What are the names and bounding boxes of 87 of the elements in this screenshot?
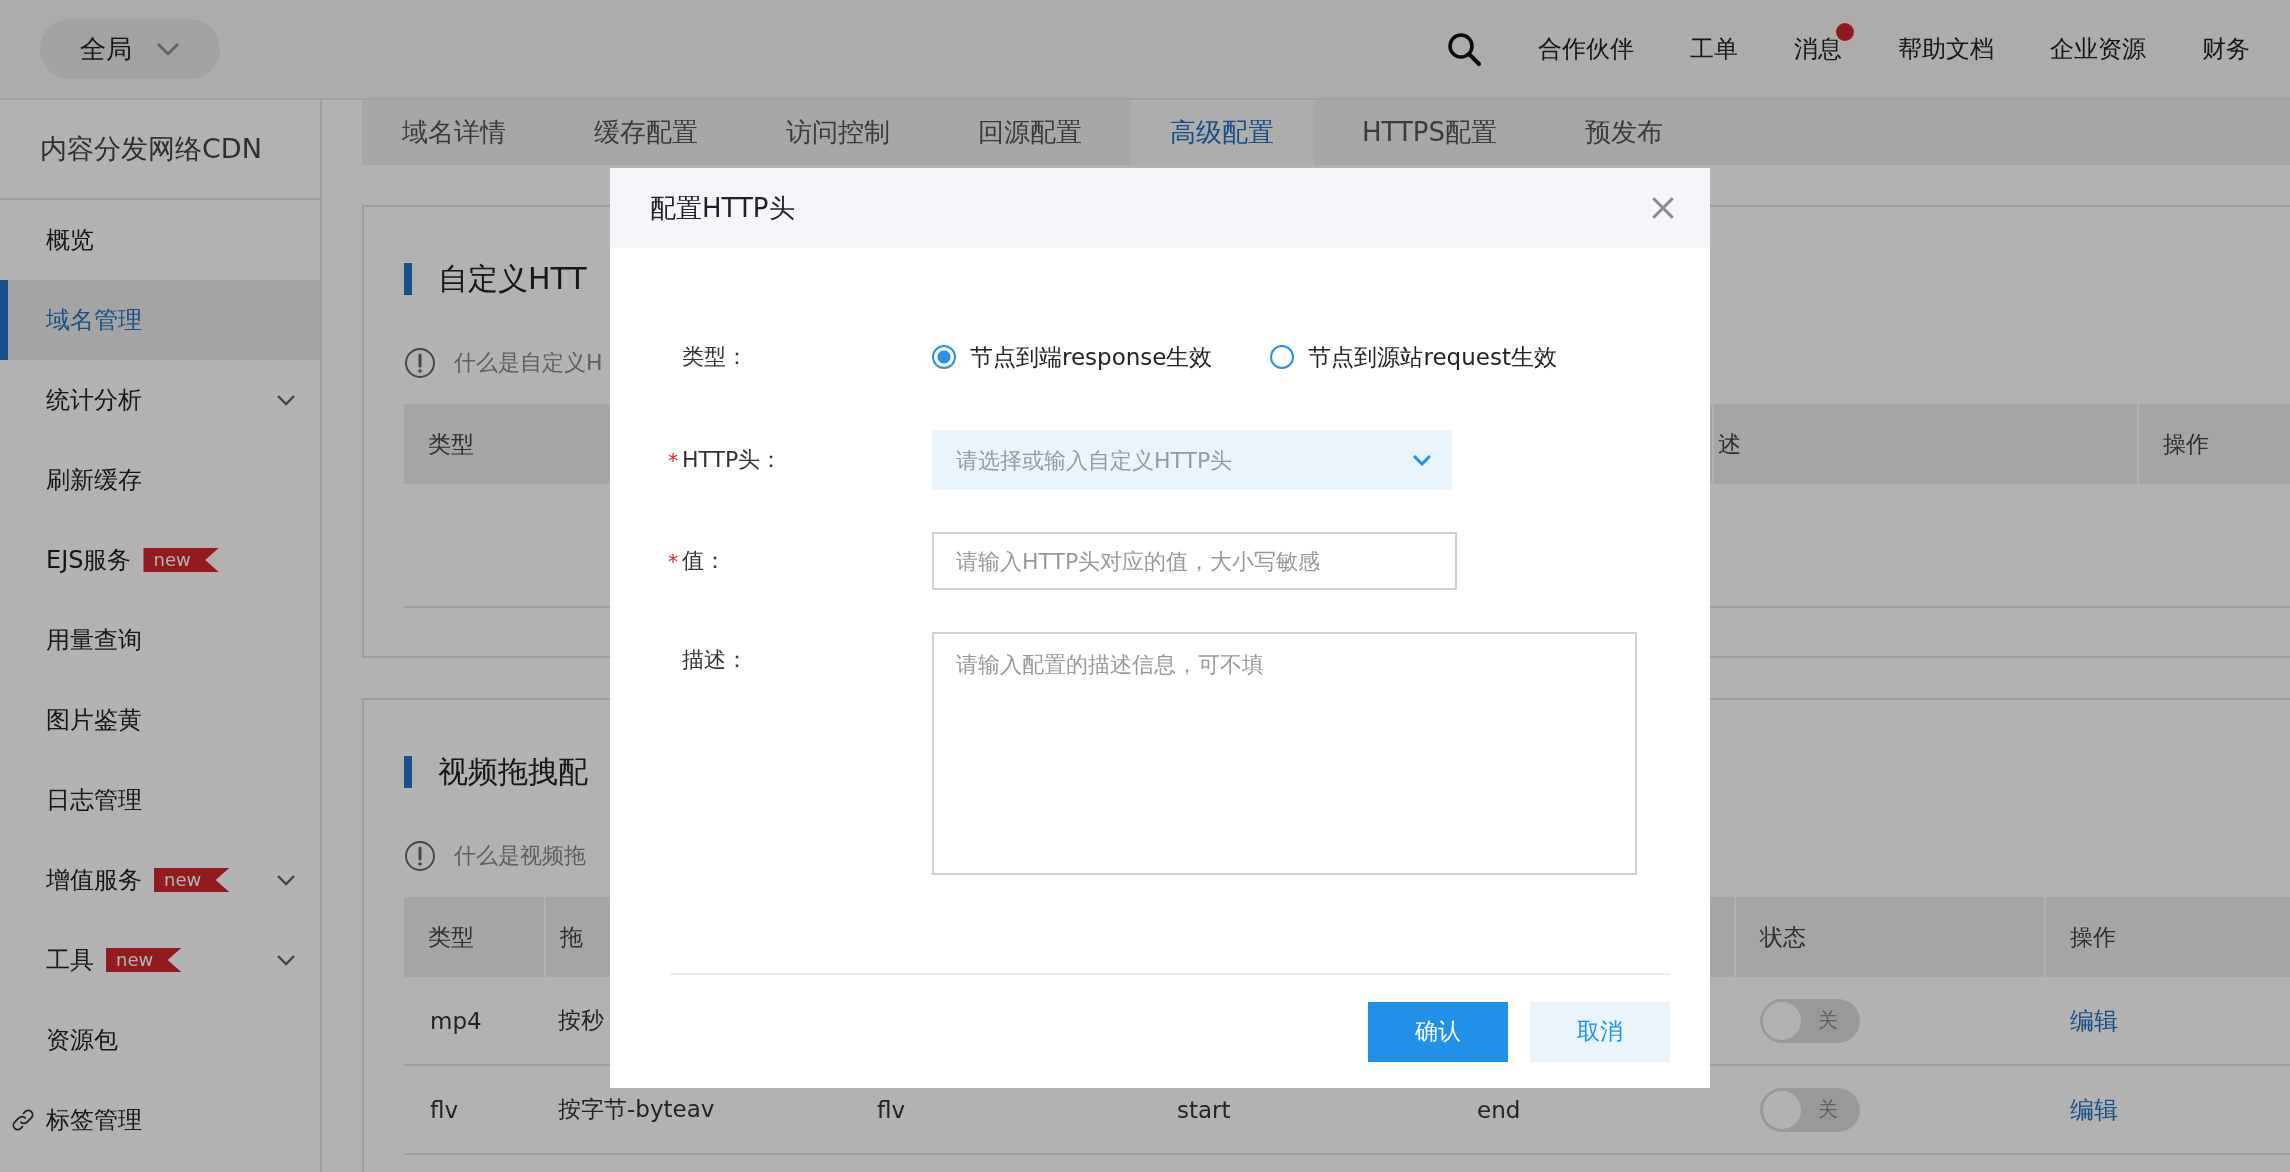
sidebar-item-label: 增值服务: [46, 865, 142, 896]
tab[interactable]: 域名详情: [362, 100, 546, 165]
sidebar-item-label: 工具: [46, 945, 94, 976]
nav-link[interactable]: 财务: [2202, 35, 2250, 63]
radio-button[interactable]: [932, 345, 956, 369]
table-cell-text: flv: [429, 1096, 460, 1123]
chevron-down-icon: [156, 42, 180, 56]
sidebar-item[interactable]: 标签管理: [0, 1080, 320, 1160]
description-textarea[interactable]: 请输入配置的描述信息，可不填: [932, 632, 1637, 875]
dialog-title: 配置HTTP头: [650, 191, 795, 225]
search-icon[interactable]: [1446, 31, 1482, 67]
new-tag: new: [143, 548, 219, 572]
nav-link[interactable]: 合作伙伴: [1538, 35, 1634, 63]
column-header: 操作: [2163, 429, 2209, 459]
sidebar-item-label: 统计分析: [46, 385, 142, 416]
field-label: 描述：: [682, 646, 748, 674]
close-icon[interactable]: [1650, 195, 1676, 221]
chevron-down-icon: [276, 394, 296, 406]
sidebar-item-label: 域名管理: [46, 305, 142, 336]
title-accent-bar: [404, 756, 412, 788]
tab[interactable]: 预发布: [1545, 100, 1704, 165]
sidebar-item-label: 标签管理: [46, 1105, 142, 1136]
sidebar-item-label: 用量查询: [46, 625, 142, 656]
info-icon: [404, 840, 436, 872]
sidebar-item[interactable]: 工具 new: [0, 920, 320, 1000]
radio-button[interactable]: [1270, 345, 1295, 369]
sidebar-item[interactable]: 统计分析: [0, 360, 320, 440]
tab[interactable]: 缓存配置: [554, 100, 738, 165]
column-header: 状态: [1760, 922, 1806, 952]
column-header: 类型: [428, 429, 474, 459]
header-select[interactable]: 请选择或输入自定义HTTP头: [932, 430, 1452, 490]
table-cell-text: mp4: [429, 1007, 483, 1034]
chevron-down-icon: [276, 954, 296, 966]
sidebar-item[interactable]: 资源包: [0, 1000, 320, 1080]
edit-link[interactable]: 编辑: [2070, 1093, 2118, 1126]
column-header: 拖: [560, 922, 583, 952]
sidebar-item-label: 刷新缓存: [46, 465, 142, 496]
field-label: 类型：: [682, 343, 748, 371]
sidebar-item[interactable]: 概览: [0, 200, 320, 280]
sidebar-item[interactable]: 日志管理: [0, 760, 320, 840]
value-input[interactable]: 请输入HTTP头对应的值，大小写敏感: [932, 532, 1457, 590]
section-title: 自定义HTT: [438, 259, 587, 298]
column-header: 类型: [428, 922, 474, 952]
new-tag: new: [154, 868, 230, 892]
nav-link[interactable]: 帮助文档: [1898, 35, 1994, 63]
info-icon: [404, 347, 436, 379]
chevron-down-icon: [1412, 454, 1432, 466]
table-cell: end: [1477, 1096, 1521, 1123]
sidebar-item-label: 概览: [46, 225, 94, 256]
sidebar-item-label: 资源包: [46, 1025, 118, 1056]
sidebar-item[interactable]: EJS服务 new: [0, 520, 320, 600]
sidebar-item-label: 日志管理: [46, 785, 142, 816]
sidebar-item-label: EJS服务: [46, 545, 132, 576]
link-icon: [10, 1107, 36, 1133]
scope-dropdown[interactable]: 全局: [40, 19, 220, 79]
edit-link[interactable]: 编辑: [2070, 1004, 2118, 1037]
radio-label: 节点到源站request生效: [1308, 342, 1557, 372]
tab[interactable]: 访问控制: [746, 100, 930, 165]
tab[interactable]: 高级配置: [1130, 100, 1314, 165]
table-cell-text: 按字节-byteav: [557, 1095, 716, 1124]
radio-option[interactable]: 节点到端response生效: [932, 341, 1213, 373]
sidebar-item[interactable]: 用量查询: [0, 600, 320, 680]
radio-option[interactable]: 节点到源站request生效: [1270, 341, 1557, 373]
field-label: 值：: [682, 547, 726, 575]
required-mark: *: [668, 549, 678, 573]
required-mark: *: [668, 448, 678, 472]
sidebar-item[interactable]: 刷新缓存: [0, 440, 320, 520]
chevron-down-icon: [276, 874, 296, 886]
column-header: 述: [1718, 429, 1741, 459]
sidebar-item-label: 图片鉴黄: [46, 705, 142, 736]
field-label: HTTP头：: [682, 446, 783, 474]
table-cell: flv: [877, 1096, 906, 1123]
table-cell: start: [1177, 1096, 1231, 1123]
radio-label: 节点到端response生效: [970, 342, 1213, 372]
column-header: 操作: [2070, 922, 2116, 952]
tab[interactable]: 回源配置: [938, 100, 1122, 165]
nav-link[interactable]: 消息: [1794, 35, 1842, 63]
title-accent-bar: [404, 263, 412, 295]
new-tag: new: [106, 948, 182, 972]
nav-link[interactable]: 企业资源: [2050, 35, 2146, 63]
sidebar-item[interactable]: 增值服务 new: [0, 840, 320, 920]
table-cell-text: 按秒: [557, 1006, 605, 1035]
nav-link[interactable]: 工单: [1690, 35, 1738, 63]
sidebar-title: 内容分发网络CDN: [0, 100, 320, 200]
section-title: 视频拖拽配: [438, 752, 588, 791]
tab[interactable]: HTTPS配置: [1322, 100, 1538, 165]
sidebar-item[interactable]: 图片鉴黄: [0, 680, 320, 760]
